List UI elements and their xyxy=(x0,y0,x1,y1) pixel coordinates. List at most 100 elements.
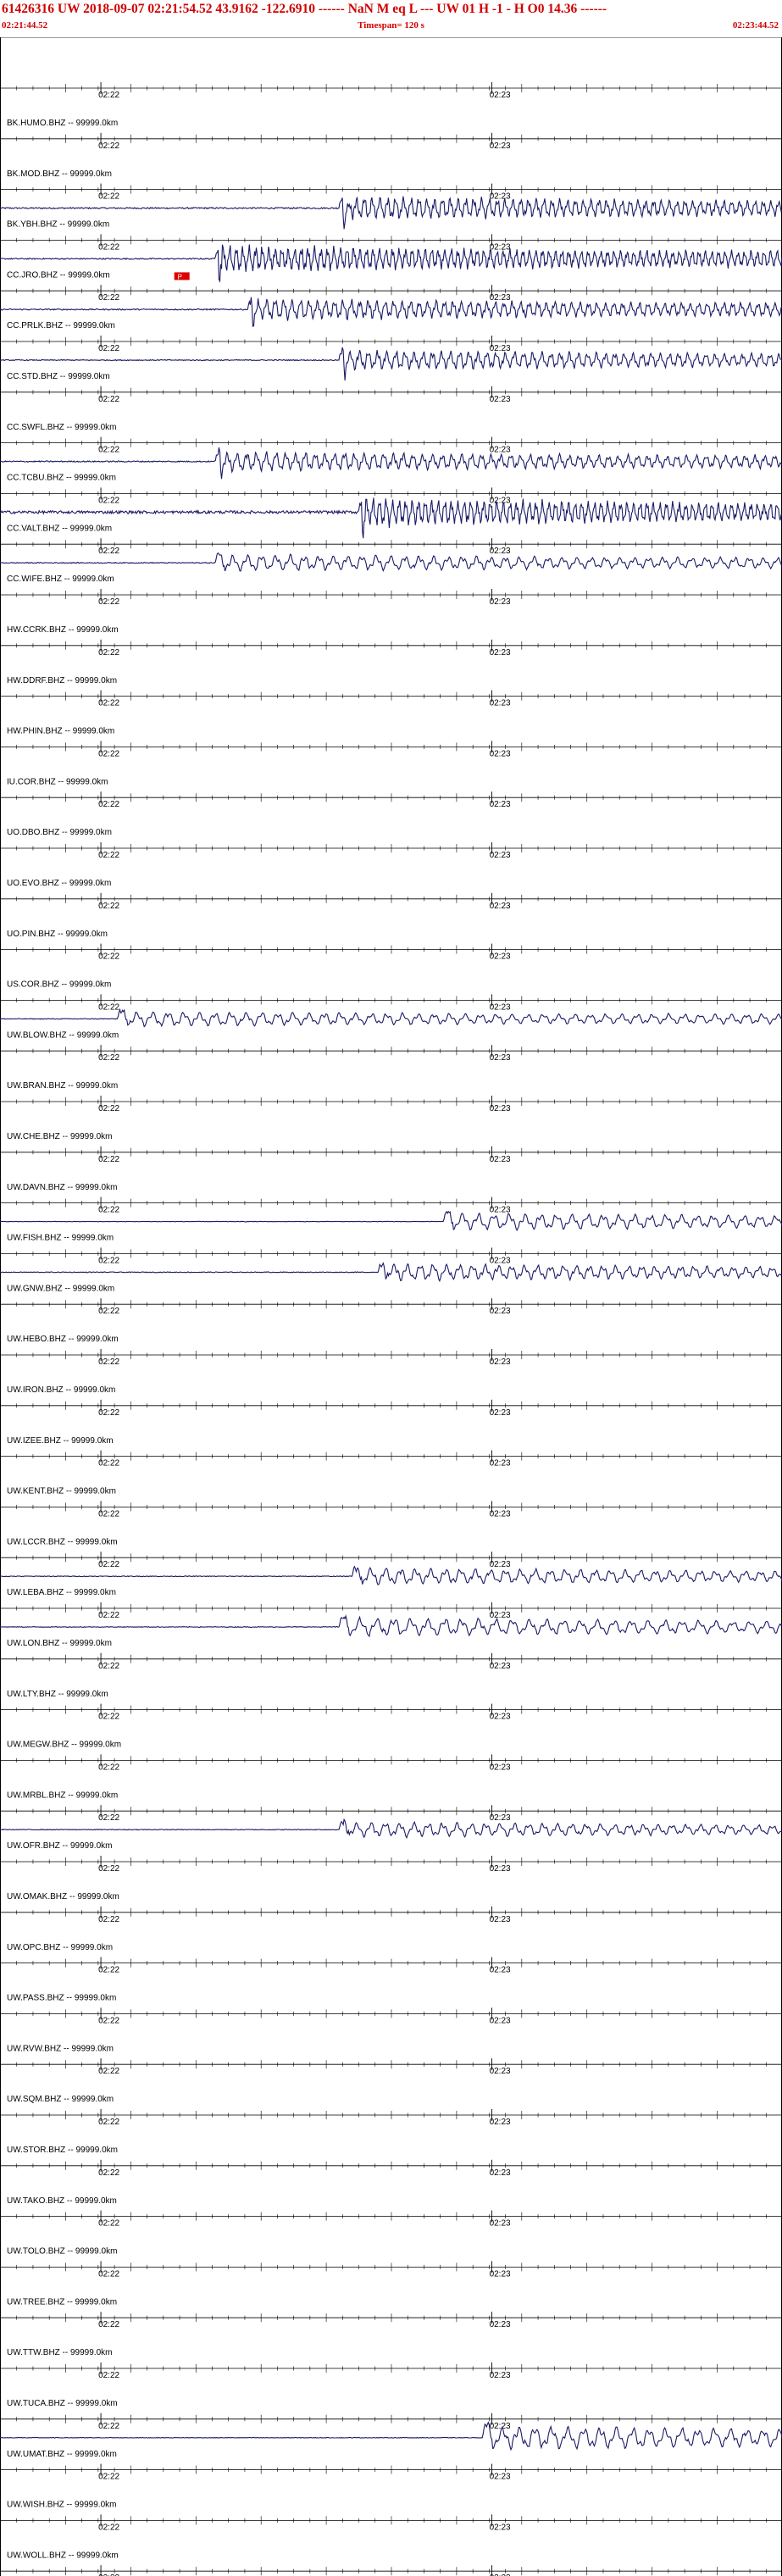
minute-tick-label: 02:23 xyxy=(490,1763,511,1772)
minute-tick-label: 02:22 xyxy=(98,1813,119,1823)
minute-tick-label: 02:22 xyxy=(98,2371,119,2380)
station-label: UW.TAKO.BHZ -- 99999.0km xyxy=(7,2196,117,2206)
minute-tick-label: 02:23 xyxy=(490,1104,511,1113)
station-label: UW.TREE.BHZ -- 99999.0km xyxy=(7,2297,117,2307)
station-label: UW.CHE.BHZ -- 99999.0km xyxy=(7,1132,112,1141)
minute-tick-label: 02:22 xyxy=(98,2320,119,2329)
minute-tick-label: 02:22 xyxy=(98,1459,119,1468)
station-label: CC.PRLK.BHZ -- 99999.0km xyxy=(7,321,115,330)
minute-tick-label: 02:22 xyxy=(98,446,119,455)
minute-tick-label: 02:23 xyxy=(490,192,511,202)
minute-tick-label: 02:22 xyxy=(98,1611,119,1620)
station-label: BK.HUMO.BHZ -- 99999.0km xyxy=(7,119,118,128)
minute-tick-label: 02:22 xyxy=(98,749,119,758)
station-label: UW.DAVN.BHZ -- 99999.0km xyxy=(7,1183,117,1192)
station-label: HW.CCRK.BHZ -- 99999.0km xyxy=(7,625,119,635)
station-label: CC.VALT.BHZ -- 99999.0km xyxy=(7,524,112,533)
station-label: HW.DDRF.BHZ -- 99999.0km xyxy=(7,676,117,686)
station-label: UW.PASS.BHZ -- 99999.0km xyxy=(7,1994,116,2003)
minute-tick-label: 02:22 xyxy=(98,1713,119,1722)
minute-tick-label: 02:23 xyxy=(490,1915,511,1924)
minute-tick-label: 02:23 xyxy=(490,1357,511,1367)
pick-marker-label: P xyxy=(178,273,182,280)
station-label: UW.BLOW.BHZ -- 99999.0km xyxy=(7,1030,119,1040)
minute-tick-label: 02:22 xyxy=(98,2219,119,2229)
station-label: UW.STOR.BHZ -- 99999.0km xyxy=(7,2146,118,2155)
minute-tick-label: 02:23 xyxy=(490,648,511,658)
minute-tick-label: 02:23 xyxy=(490,242,511,252)
minute-tick-label: 02:22 xyxy=(98,1662,119,1671)
waveform-trace xyxy=(0,1262,782,1282)
minute-tick-label: 02:23 xyxy=(490,1611,511,1620)
station-label: UW.OMAK.BHZ -- 99999.0km xyxy=(7,1892,119,1901)
minute-tick-label: 02:22 xyxy=(98,1408,119,1418)
station-label: CC.STD.BHZ -- 99999.0km xyxy=(7,372,110,381)
station-label: UW.LEBA.BHZ -- 99999.0km xyxy=(7,1588,116,1597)
station-label: UO.EVO.BHZ -- 99999.0km xyxy=(7,879,111,888)
minute-tick-label: 02:23 xyxy=(490,91,511,100)
minute-tick-label: 02:23 xyxy=(490,142,511,151)
station-label: UW.BRAN.BHZ -- 99999.0km xyxy=(7,1081,118,1091)
minute-tick-label: 02:23 xyxy=(490,902,511,911)
minute-tick-label: 02:22 xyxy=(98,547,119,556)
station-label: UW.LTY.BHZ -- 99999.0km xyxy=(7,1690,108,1699)
minute-tick-label: 02:22 xyxy=(98,1104,119,1113)
minute-tick-label: 02:22 xyxy=(98,1915,119,1924)
station-label: UW.WOLL.BHZ -- 99999.0km xyxy=(7,2551,119,2560)
minute-tick-label: 02:23 xyxy=(490,699,511,708)
minute-tick-label: 02:22 xyxy=(98,192,119,202)
station-label: UW.IRON.BHZ -- 99999.0km xyxy=(7,1385,115,1395)
minute-tick-label: 02:22 xyxy=(98,648,119,658)
minute-tick-label: 02:23 xyxy=(490,2422,511,2431)
minute-tick-label: 02:23 xyxy=(490,800,511,809)
station-label: CC.JRO.BHZ -- 99999.0km xyxy=(7,270,110,280)
minute-tick-label: 02:23 xyxy=(490,1408,511,1418)
minute-tick-label: 02:22 xyxy=(98,344,119,353)
minute-tick-label: 02:23 xyxy=(490,496,511,505)
minute-tick-label: 02:23 xyxy=(490,1966,511,1975)
minute-tick-label: 02:22 xyxy=(98,2168,119,2178)
station-label: UW.OPC.BHZ -- 99999.0km xyxy=(7,1943,113,1952)
minute-tick-label: 02:23 xyxy=(490,1307,511,1316)
minute-tick-label: 02:23 xyxy=(490,1155,511,1164)
station-label: UW.MEGW.BHZ -- 99999.0km xyxy=(7,1740,121,1750)
minute-tick-label: 02:23 xyxy=(490,293,511,303)
minute-tick-label: 02:23 xyxy=(490,597,511,607)
event-title: 61426316 UW 2018-09-07 02:21:54.52 43.91… xyxy=(2,2,607,16)
minute-tick-label: 02:23 xyxy=(490,1662,511,1671)
minute-tick-label: 02:23 xyxy=(490,1459,511,1468)
station-label: CC.WIFE.BHZ -- 99999.0km xyxy=(7,575,114,584)
minute-tick-label: 02:23 xyxy=(490,2067,511,2076)
minute-tick-label: 02:23 xyxy=(490,446,511,455)
station-label: US.COR.BHZ -- 99999.0km xyxy=(7,980,111,990)
station-label: UW.LON.BHZ -- 99999.0km xyxy=(7,1639,112,1648)
minute-tick-label: 02:23 xyxy=(490,2371,511,2380)
minute-tick-label: 02:22 xyxy=(98,2067,119,2076)
station-label: UW.TOLO.BHZ -- 99999.0km xyxy=(7,2247,117,2257)
station-label: CC.TCBU.BHZ -- 99999.0km xyxy=(7,474,116,483)
station-label: BK.YBH.BHZ -- 99999.0km xyxy=(7,220,109,230)
minute-tick-label: 02:22 xyxy=(98,699,119,708)
minute-tick-label: 02:22 xyxy=(98,1002,119,1012)
station-label: UW.IZEE.BHZ -- 99999.0km xyxy=(7,1436,114,1446)
minute-tick-label: 02:22 xyxy=(98,293,119,303)
minute-tick-label: 02:23 xyxy=(490,851,511,860)
minute-tick-label: 02:23 xyxy=(490,547,511,556)
waveform-trace xyxy=(0,1008,782,1028)
minute-tick-label: 02:23 xyxy=(490,395,511,404)
minute-tick-label: 02:23 xyxy=(490,1713,511,1722)
station-label: UW.TUCA.BHZ -- 99999.0km xyxy=(7,2399,118,2408)
minute-tick-label: 02:22 xyxy=(98,142,119,151)
minute-tick-label: 02:22 xyxy=(98,1206,119,1215)
minute-tick-label: 02:23 xyxy=(490,1256,511,1265)
minute-tick-label: 02:22 xyxy=(98,1763,119,1772)
minute-tick-label: 02:22 xyxy=(98,1307,119,1316)
minute-tick-label: 02:22 xyxy=(98,1155,119,1164)
minute-tick-label: 02:23 xyxy=(490,2269,511,2279)
minute-tick-label: 02:23 xyxy=(490,2168,511,2178)
minute-tick-label: 02:22 xyxy=(98,496,119,505)
station-label: HW.PHIN.BHZ -- 99999.0km xyxy=(7,727,114,736)
minute-tick-label: 02:22 xyxy=(98,1509,119,1518)
minute-tick-label: 02:22 xyxy=(98,2016,119,2025)
station-label: UW.HEBO.BHZ -- 99999.0km xyxy=(7,1335,119,1344)
